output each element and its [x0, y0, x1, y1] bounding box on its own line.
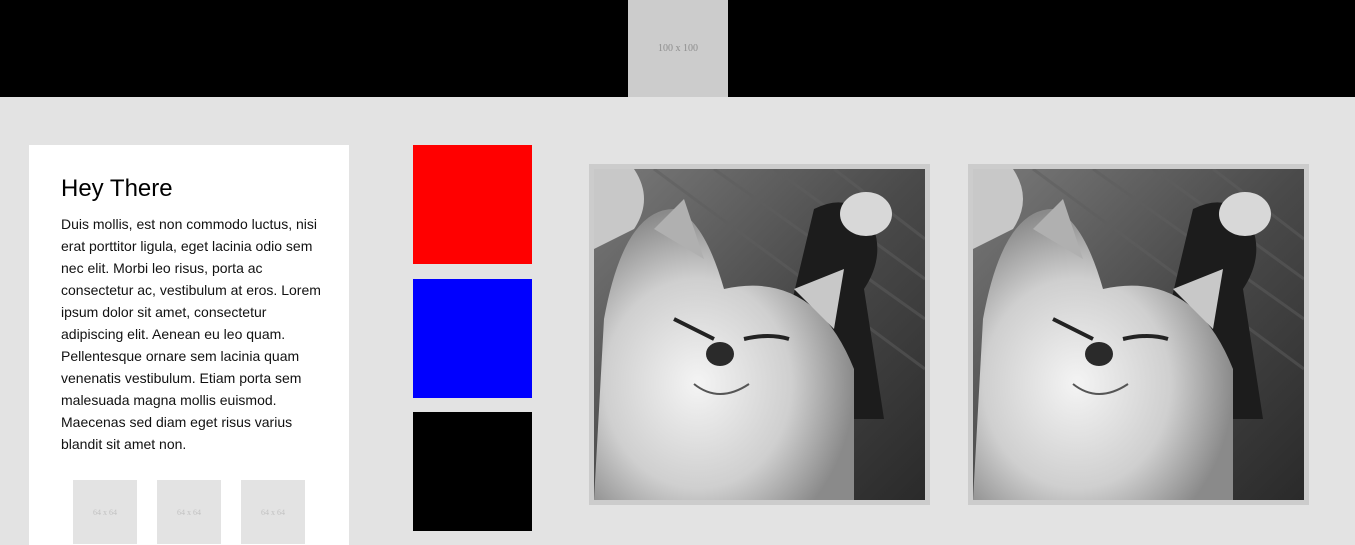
thumbnail-placeholder[interactable]: 64 x 64	[157, 480, 221, 544]
kitten-photo[interactable]	[589, 164, 930, 505]
kitten-image	[973, 169, 1304, 500]
red-swatch	[413, 145, 532, 264]
thumbnail-placeholder[interactable]: 64 x 64	[241, 480, 305, 544]
card-title: Hey There	[61, 175, 173, 202]
intro-card: Hey There Duis mollis, est non commodo l…	[29, 145, 349, 545]
thumbnail-placeholder[interactable]: 64 x 64	[73, 480, 137, 544]
blue-swatch	[413, 279, 532, 398]
kitten-photo[interactable]	[968, 164, 1309, 505]
top-banner: 100 x 100	[0, 0, 1355, 97]
kitten-image	[594, 169, 925, 500]
logo-placeholder-image: 100 x 100	[628, 0, 728, 97]
black-swatch	[413, 412, 532, 531]
card-body-text: Duis mollis, est non commodo luctus, nis…	[61, 216, 321, 452]
